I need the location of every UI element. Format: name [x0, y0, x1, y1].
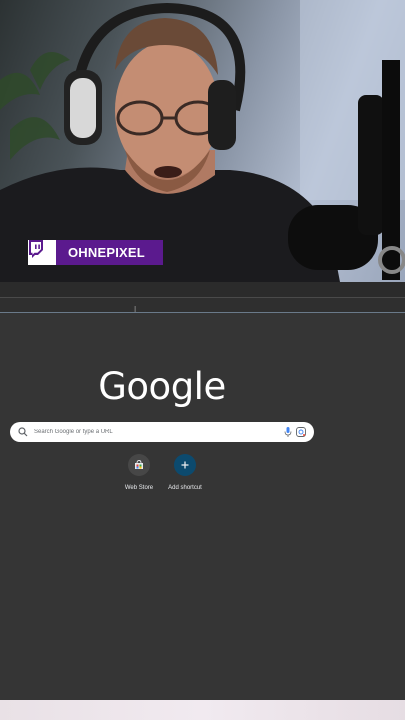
channel-name: OHNEPIXEL	[56, 240, 163, 265]
web-store-icon	[128, 454, 150, 476]
search-input[interactable]	[32, 428, 266, 436]
lens-icon[interactable]	[296, 427, 306, 437]
google-logo: Google	[98, 365, 226, 408]
webcam-feed: OHNEPIXEL	[0, 0, 405, 282]
plus-icon	[174, 454, 196, 476]
bottom-video-strip	[0, 700, 405, 720]
new-tab-page: Google Web Store	[0, 313, 405, 700]
shortcut-add[interactable]: Add shortcut	[155, 454, 215, 491]
shortcut-label: Add shortcut	[168, 485, 202, 491]
channel-badge: OHNEPIXEL	[28, 240, 163, 265]
window-divider	[0, 282, 405, 297]
mic-icon[interactable]	[284, 427, 292, 437]
twitch-icon	[28, 240, 56, 265]
browser-tab-strip[interactable]	[0, 297, 405, 313]
search-icon	[18, 427, 28, 437]
search-box[interactable]	[10, 422, 314, 442]
